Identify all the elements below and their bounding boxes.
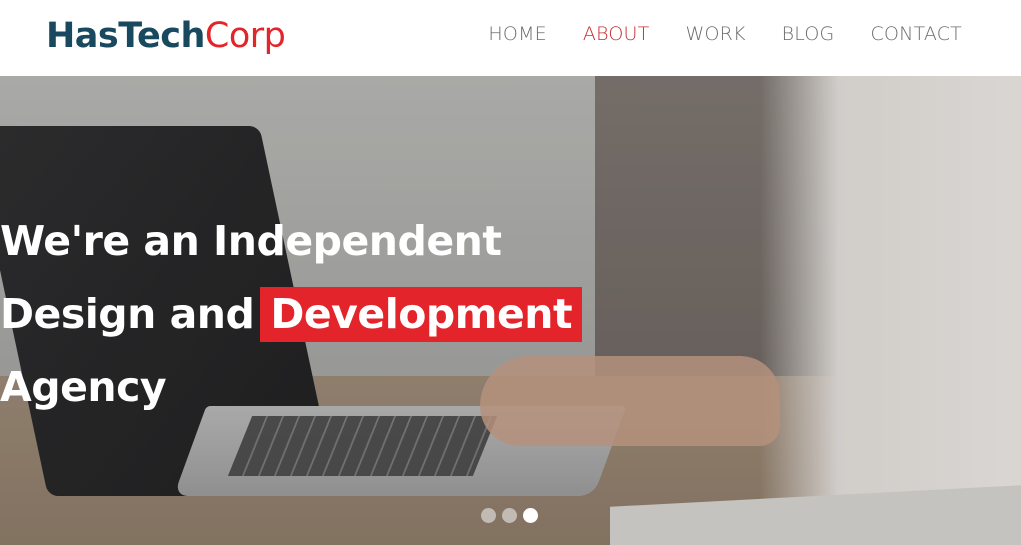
nav-about[interactable]: ABOUT xyxy=(583,22,650,46)
headline-line-1: We're an Independent xyxy=(0,217,502,265)
slider-dot-2[interactable] xyxy=(502,508,517,523)
nav-contact[interactable]: CONTACT xyxy=(870,22,962,46)
headline-line-3: Agency xyxy=(0,363,167,411)
site-header: HasTechCorp HOME ABOUT WORK BLOG CONTACT xyxy=(0,0,1021,76)
logo-part-hastech: HasTech xyxy=(46,16,205,56)
headline-highlight: Development xyxy=(260,287,583,342)
headline-line-2: Design and Development xyxy=(0,284,583,357)
nav-blog[interactable]: BLOG xyxy=(782,22,835,46)
nav-home[interactable]: HOME xyxy=(488,22,546,46)
slider-dots xyxy=(481,508,544,523)
nav-work[interactable]: WORK xyxy=(685,22,745,46)
slider-dot-1[interactable] xyxy=(481,508,496,523)
main-nav: HOME ABOUT WORK BLOG CONTACT xyxy=(452,22,962,46)
hero-slider: We're an Independent Design and Developme… xyxy=(0,76,1021,545)
hero-headline: We're an Independent Design and Developme… xyxy=(0,211,583,430)
logo[interactable]: HasTechCorp xyxy=(46,14,286,58)
slider-dot-3[interactable] xyxy=(523,508,538,523)
headline-plain-text: Design and xyxy=(0,290,255,338)
logo-part-corp: Corp xyxy=(204,16,286,56)
